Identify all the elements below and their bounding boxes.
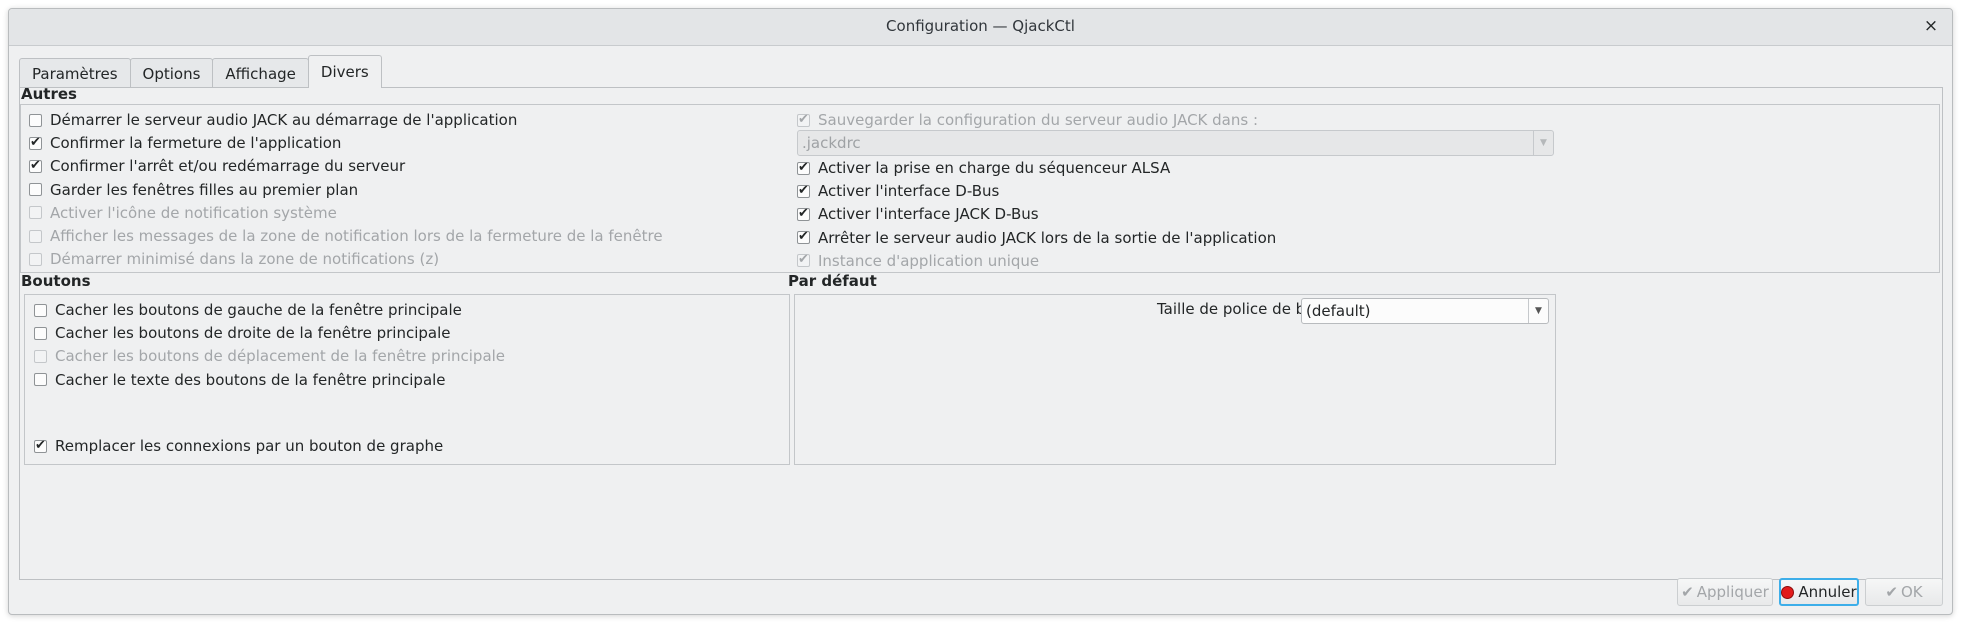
autres-checkbox-2[interactable]: Confirmer l'arrêt et/ou redémarrage du s… [29, 155, 405, 177]
boutons-checkbox-3[interactable]: Cacher le texte des boutons de la fenêtr… [34, 369, 446, 391]
autres-frame: Démarrer le serveur audio JACK au démarr… [20, 104, 1940, 273]
checkbox-label: Confirmer la fermeture de l'application [50, 134, 342, 153]
config-dialog: Configuration — QjackCtl × Paramètres Op… [8, 8, 1953, 615]
defaut-group-title: Par défaut [788, 272, 877, 290]
ok-label: OK [1900, 583, 1923, 601]
checkbox-box[interactable] [34, 303, 47, 317]
tab-affichage[interactable]: Affichage [212, 58, 309, 88]
checkbox-label: Activer l'interface D-Bus [818, 182, 1000, 201]
check-icon: ✔ [1681, 583, 1694, 601]
checkbox-label: Sauvegarder la configuration du serveur … [818, 111, 1259, 129]
checkbox-box[interactable] [29, 113, 42, 127]
title-bar: Configuration — QjackCtl × [9, 9, 1952, 46]
checkbox-label: Activer la prise en charge du séquenceur… [818, 159, 1171, 177]
autres-checkbox-5: Afficher les messages de la zone de noti… [29, 225, 663, 247]
checkbox-label: Démarrer minimisé dans la zone de notifi… [50, 250, 440, 269]
chevron-down-icon: ▼ [1533, 131, 1553, 155]
checkbox-box [29, 252, 42, 266]
checkbox-box [29, 206, 42, 220]
tab-options[interactable]: Options [129, 58, 214, 88]
checkbox-label: Remplacer les connexions par un bouton d… [55, 437, 444, 455]
checkbox-label: Activer l'interface JACK D-Bus [818, 205, 1039, 224]
graph-button-checkbox[interactable]: Remplacer les connexions par un bouton d… [34, 435, 443, 457]
checkbox-box [797, 251, 810, 269]
autres-checkbox-1[interactable]: Confirmer la fermeture de l'application [29, 132, 341, 154]
tab-parametres[interactable]: Paramètres [19, 58, 131, 88]
checkbox-label: Cacher le texte des boutons de la fenêtr… [55, 370, 446, 389]
checkbox-box[interactable] [797, 159, 810, 177]
boutons-checkbox-0[interactable]: Cacher les boutons de gauche de la fenêt… [34, 299, 462, 321]
save-config-checkbox: Sauvegarder la configuration du serveur … [797, 109, 1258, 131]
autres-right-checkbox-3[interactable]: Arrêter le serveur audio JACK lors de la… [797, 227, 1276, 249]
ok-icon: ✔ [1885, 583, 1898, 601]
checkbox-box[interactable] [29, 183, 42, 197]
cancel-icon [1781, 585, 1795, 599]
config-file-combo[interactable]: .jackdrc ▼ [797, 130, 1554, 156]
checkbox-box [34, 349, 47, 363]
autres-checkbox-6: Démarrer minimisé dans la zone de notifi… [29, 248, 439, 270]
boutons-checkbox-2: Cacher les boutons de déplacement de la … [34, 345, 505, 367]
autres-group-title: Autres [21, 85, 77, 103]
cancel-button[interactable]: Annuler [1779, 578, 1859, 606]
checkbox-label: Cacher les boutons de gauche de la fenêt… [55, 301, 462, 319]
autres-checkbox-3[interactable]: Garder les fenêtres filles au premier pl… [29, 179, 358, 201]
cancel-label: Annuler [1798, 583, 1857, 601]
checkbox-label: Confirmer l'arrêt et/ou redémarrage du s… [50, 157, 406, 176]
checkbox-box[interactable] [797, 228, 810, 246]
checkbox-box[interactable] [797, 182, 810, 200]
autres-right-checkbox-1[interactable]: Activer l'interface D-Bus [797, 180, 999, 202]
autres-checkbox-0[interactable]: Démarrer le serveur audio JACK au démarr… [29, 109, 517, 131]
tab-bar: Paramètres Options Affichage Divers [19, 55, 382, 88]
apply-label: Appliquer [1696, 583, 1769, 601]
checkbox-box[interactable] [29, 157, 42, 175]
checkbox-box[interactable] [34, 373, 47, 387]
autres-right-checkbox-2[interactable]: Activer l'interface JACK D-Bus [797, 203, 1039, 225]
checkbox-label: Activer l'icône de notification système [50, 203, 337, 222]
boutons-checkbox-1[interactable]: Cacher les boutons de droite de la fenêt… [34, 322, 451, 344]
checkbox-label: Garder les fenêtres filles au premier pl… [50, 180, 359, 199]
checkbox-box [797, 111, 810, 129]
checkbox-box[interactable] [34, 326, 47, 340]
checkbox-label: Instance d'application unique [818, 251, 1040, 270]
apply-button[interactable]: ✔ Appliquer [1677, 578, 1773, 606]
ok-button[interactable]: ✔ OK [1865, 578, 1943, 606]
tab-panel-divers: Autres Démarrer le serveur audio JACK au… [19, 85, 1943, 580]
checkbox-box[interactable] [29, 134, 42, 152]
boutons-frame: Cacher les boutons de gauche de la fenêt… [24, 294, 790, 465]
window-title: Configuration — QjackCtl [886, 17, 1075, 35]
checkbox-label: Cacher les boutons de droite de la fenêt… [55, 324, 451, 343]
chevron-down-icon: ▼ [1528, 299, 1548, 323]
config-file-value: .jackdrc [802, 134, 861, 152]
autres-right-checkbox-0[interactable]: Activer la prise en charge du séquenceur… [797, 157, 1170, 179]
checkbox-box [29, 229, 42, 243]
font-size-combo[interactable]: (default) ▼ [1301, 298, 1549, 324]
tab-divers[interactable]: Divers [307, 55, 382, 88]
autres-right-checkbox-4: Instance d'application unique [797, 250, 1039, 272]
checkbox-label: Afficher les messages de la zone de noti… [50, 227, 663, 245]
checkbox-label: Démarrer le serveur audio JACK au démarr… [50, 111, 518, 129]
defaut-frame: Taille de police de base : (default) ▼ [794, 294, 1556, 465]
checkbox-label: Arrêter le serveur audio JACK lors de la… [818, 228, 1277, 247]
checkbox-box[interactable] [34, 437, 47, 455]
boutons-group-title: Boutons [21, 272, 91, 290]
autres-checkbox-4: Activer l'icône de notification système [29, 202, 337, 224]
checkbox-label: Cacher les boutons de déplacement de la … [55, 347, 506, 366]
close-icon[interactable]: × [1920, 15, 1942, 37]
checkbox-box[interactable] [797, 205, 810, 223]
font-size-value: (default) [1306, 302, 1371, 320]
